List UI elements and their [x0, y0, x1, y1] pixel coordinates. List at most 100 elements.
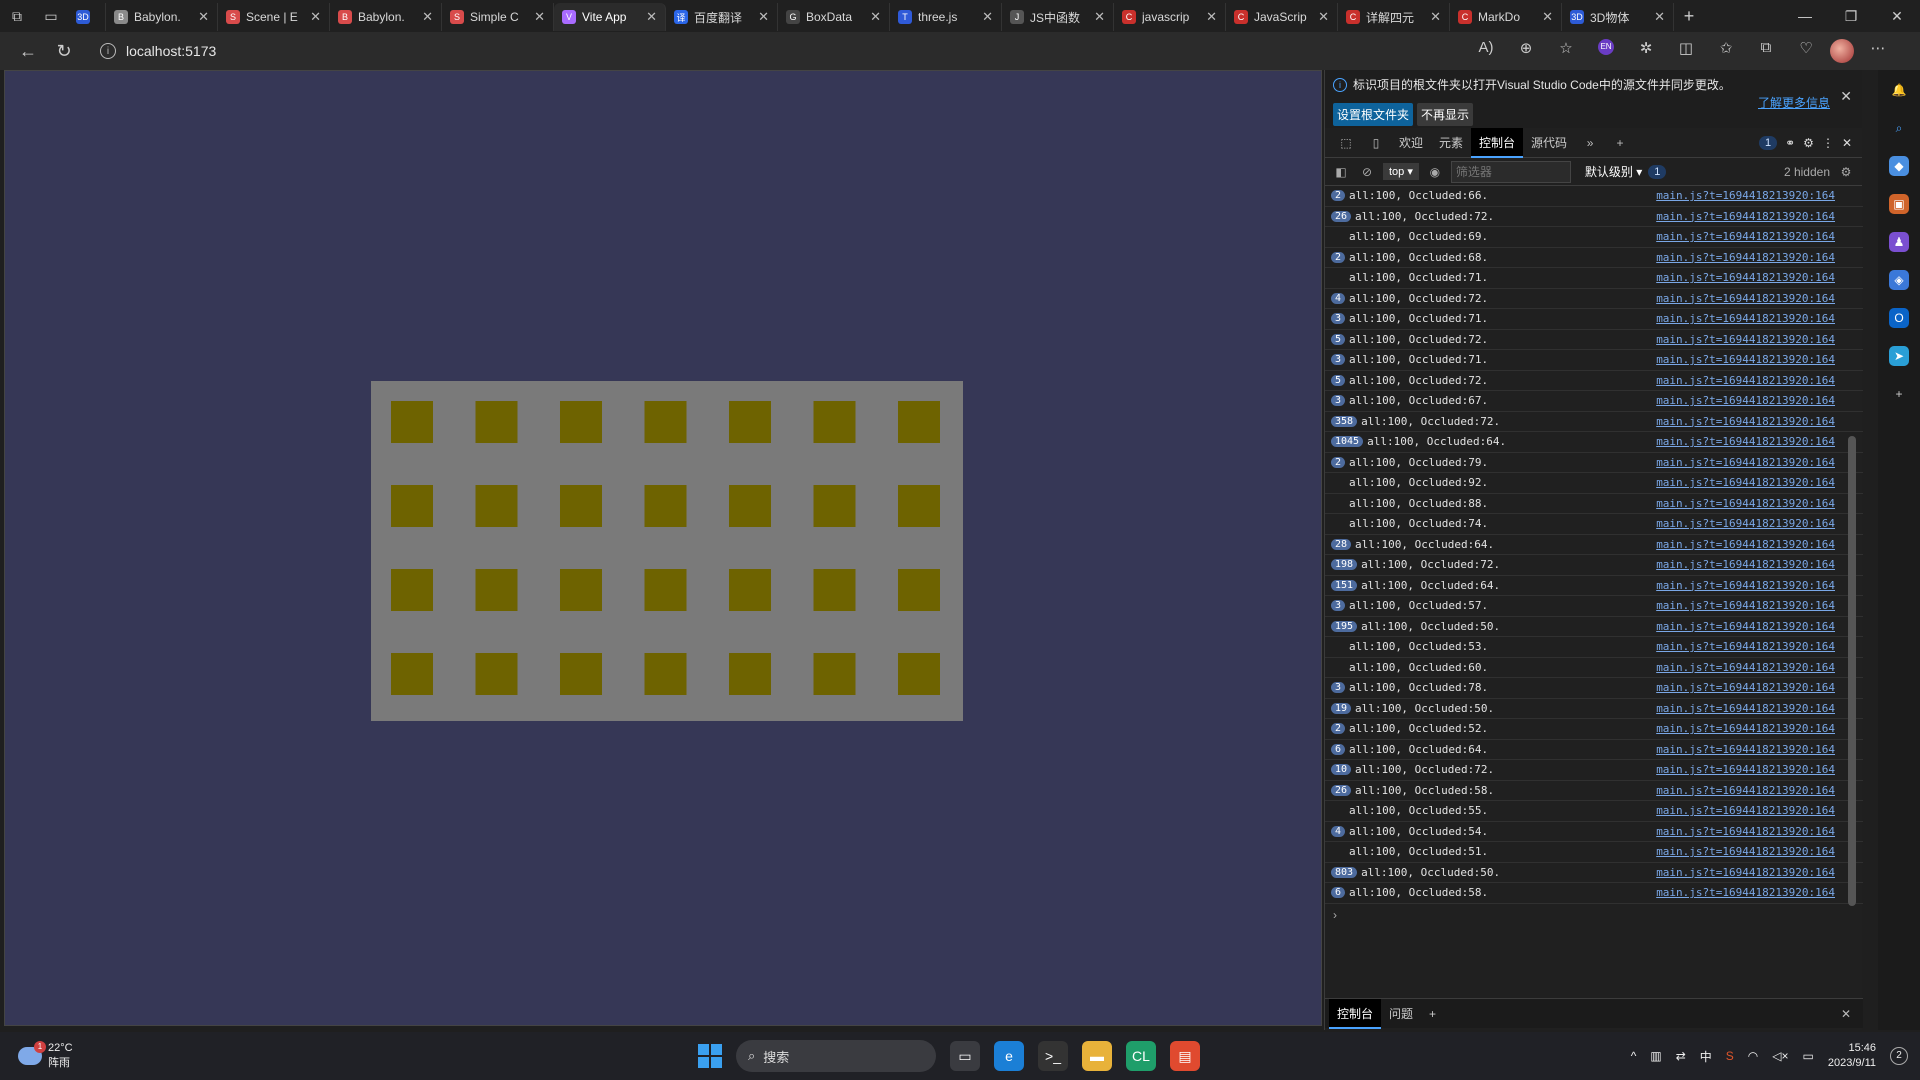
collections-icon[interactable]: ⧉ [1750, 39, 1782, 63]
source-link[interactable]: main.js?t=1694418213920:164 [1656, 866, 1835, 879]
source-link[interactable]: main.js?t=1694418213920:164 [1656, 394, 1835, 407]
split-screen-icon[interactable]: ◫ [1670, 39, 1702, 63]
zoom-icon[interactable]: ⊕ [1510, 39, 1542, 63]
add-tab-icon[interactable]: + [1605, 136, 1635, 150]
source-link[interactable]: main.js?t=1694418213920:164 [1656, 640, 1835, 653]
device-toolbar-icon[interactable]: ▯ [1361, 136, 1391, 150]
source-link[interactable]: main.js?t=1694418213920:164 [1656, 435, 1835, 448]
source-link[interactable]: main.js?t=1694418213920:164 [1656, 825, 1835, 838]
source-link[interactable]: main.js?t=1694418213920:164 [1656, 661, 1835, 674]
refresh-button[interactable]: ↻ [46, 36, 82, 66]
source-link[interactable]: main.js?t=1694418213920:164 [1656, 886, 1835, 899]
source-link[interactable]: main.js?t=1694418213920:164 [1656, 681, 1835, 694]
close-tab-icon[interactable]: ✕ [758, 9, 769, 25]
favorite-star-icon[interactable]: ☆ [1550, 39, 1582, 63]
battery-icon[interactable]: ▭ [1803, 1049, 1814, 1063]
tab-elements[interactable]: 元素 [1431, 128, 1471, 158]
source-link[interactable]: main.js?t=1694418213920:164 [1656, 804, 1835, 817]
outlook-icon[interactable]: O [1889, 308, 1909, 328]
source-link[interactable]: main.js?t=1694418213920:164 [1656, 517, 1835, 530]
connect-icon[interactable]: ⚭ [1785, 136, 1795, 150]
app-icon[interactable]: ▤ [1170, 1041, 1200, 1071]
send-icon[interactable]: ➤ [1889, 346, 1909, 366]
browser-tab[interactable]: C JavaScrip ✕ [1226, 3, 1338, 31]
console-prompt[interactable]: › [1333, 908, 1337, 922]
source-link[interactable]: main.js?t=1694418213920:164 [1656, 456, 1835, 469]
translate-extension-icon[interactable]: EN [1598, 39, 1614, 55]
close-tab-icon[interactable]: ✕ [1318, 9, 1329, 25]
source-link[interactable]: main.js?t=1694418213920:164 [1656, 374, 1835, 387]
wifi-icon[interactable]: ◠ [1748, 1049, 1758, 1063]
start-icon[interactable] [698, 1044, 722, 1068]
browser-tab[interactable]: C 详解四元 ✕ [1338, 3, 1450, 31]
browser-tab[interactable]: C MarkDo ✕ [1450, 3, 1562, 31]
browser-tab[interactable]: 3D [68, 3, 106, 31]
restore-button[interactable]: ❐ [1828, 8, 1874, 25]
ime-indicator[interactable]: 中 [1700, 1048, 1712, 1065]
render-canvas[interactable] [4, 70, 1322, 1026]
weather-widget[interactable]: 22°C 阵雨 [0, 1041, 73, 1070]
tray-app-icon[interactable]: ▥ [1650, 1049, 1661, 1063]
browser-tab[interactable]: B Babylon. ✕ [330, 3, 442, 31]
source-link[interactable]: main.js?t=1694418213920:164 [1656, 702, 1835, 715]
extensions-icon[interactable]: ✲ [1630, 39, 1662, 63]
clion-icon[interactable]: CL [1126, 1041, 1156, 1071]
close-tab-icon[interactable]: ✕ [1094, 9, 1105, 25]
more-menu-icon[interactable]: ⋯ [1862, 39, 1894, 63]
add-sidebar-app-icon[interactable]: + [1889, 384, 1909, 404]
browser-tab[interactable]: S Scene | E ✕ [218, 3, 330, 31]
scrollbar-thumb[interactable] [1848, 436, 1856, 906]
bell-icon[interactable]: 🔔 [1889, 80, 1909, 100]
source-link[interactable]: main.js?t=1694418213920:164 [1656, 558, 1835, 571]
drawer-tab-console[interactable]: 控制台 [1329, 998, 1382, 1029]
terminal-icon[interactable]: >_ [1038, 1041, 1068, 1071]
profile-avatar[interactable] [1830, 39, 1854, 63]
customize-menu-icon[interactable]: ⋮ [1822, 136, 1834, 150]
edge-icon[interactable]: e [994, 1041, 1024, 1071]
filter-input[interactable] [1450, 160, 1571, 183]
close-tab-icon[interactable]: ✕ [1430, 9, 1441, 25]
console-settings-icon[interactable]: ⚙ [1836, 165, 1856, 179]
search-icon[interactable]: ⌕ [1889, 118, 1909, 138]
source-link[interactable]: main.js?t=1694418213920:164 [1656, 333, 1835, 346]
close-drawer-icon[interactable]: ✕ [1841, 1007, 1851, 1021]
games-icon[interactable]: ♟ [1889, 232, 1909, 252]
close-tab-icon[interactable]: ✕ [198, 9, 209, 25]
volume-muted-icon[interactable]: ◁× [1772, 1049, 1788, 1063]
back-button[interactable]: ← [10, 36, 46, 66]
tray-sync-icon[interactable]: ⇄ [1676, 1049, 1686, 1063]
source-link[interactable]: main.js?t=1694418213920:164 [1656, 538, 1835, 551]
browser-essentials-icon[interactable]: ♡ [1790, 39, 1822, 63]
settings-gear-icon[interactable]: ⚙ [1803, 136, 1814, 150]
show-hidden-icons[interactable]: ^ [1631, 1049, 1637, 1063]
browser-tab[interactable]: Cjavascrip ✕ [1114, 3, 1226, 31]
read-aloud-icon[interactable]: A) [1470, 39, 1502, 63]
drawer-add-icon[interactable]: + [1421, 999, 1444, 1029]
level-issues-badge[interactable]: 1 [1648, 164, 1667, 179]
close-tab-icon[interactable]: ✕ [982, 9, 993, 25]
set-root-folder-button[interactable]: 设置根文件夹 [1333, 103, 1414, 126]
browser-tab[interactable]: Tthree.js ✕ [890, 3, 1002, 31]
source-link[interactable]: main.js?t=1694418213920:164 [1656, 476, 1835, 489]
close-tab-icon[interactable]: ✕ [1654, 9, 1665, 25]
dont-show-again-button[interactable]: 不再显示 [1417, 103, 1474, 126]
tab-sources[interactable]: 源代码 [1523, 128, 1575, 158]
site-info-icon[interactable]: i [100, 43, 116, 59]
task-view-icon[interactable]: ▭ [950, 1041, 980, 1071]
source-link[interactable]: main.js?t=1694418213920:164 [1656, 497, 1835, 510]
source-link[interactable]: main.js?t=1694418213920:164 [1656, 579, 1835, 592]
source-link[interactable]: main.js?t=1694418213920:164 [1656, 415, 1835, 428]
tab-console[interactable]: 控制台 [1471, 127, 1524, 158]
live-expression-eye-icon[interactable]: ◉ [1425, 165, 1445, 179]
source-link[interactable]: main.js?t=1694418213920:164 [1656, 251, 1835, 264]
source-link[interactable]: main.js?t=1694418213920:164 [1656, 599, 1835, 612]
source-link[interactable]: main.js?t=1694418213920:164 [1656, 845, 1835, 858]
source-link[interactable]: main.js?t=1694418213920:164 [1656, 189, 1835, 202]
drawer-tab-issues[interactable]: 问题 [1381, 999, 1421, 1029]
issues-badge[interactable]: 1 [1758, 135, 1778, 150]
source-link[interactable]: main.js?t=1694418213920:164 [1656, 312, 1835, 325]
copilot-icon[interactable]: ◈ [1889, 270, 1909, 290]
url-field[interactable]: i localhost:5173 [90, 36, 1460, 66]
minimize-button[interactable]: — [1782, 8, 1828, 25]
context-selector[interactable]: top ▾ [1383, 163, 1419, 180]
